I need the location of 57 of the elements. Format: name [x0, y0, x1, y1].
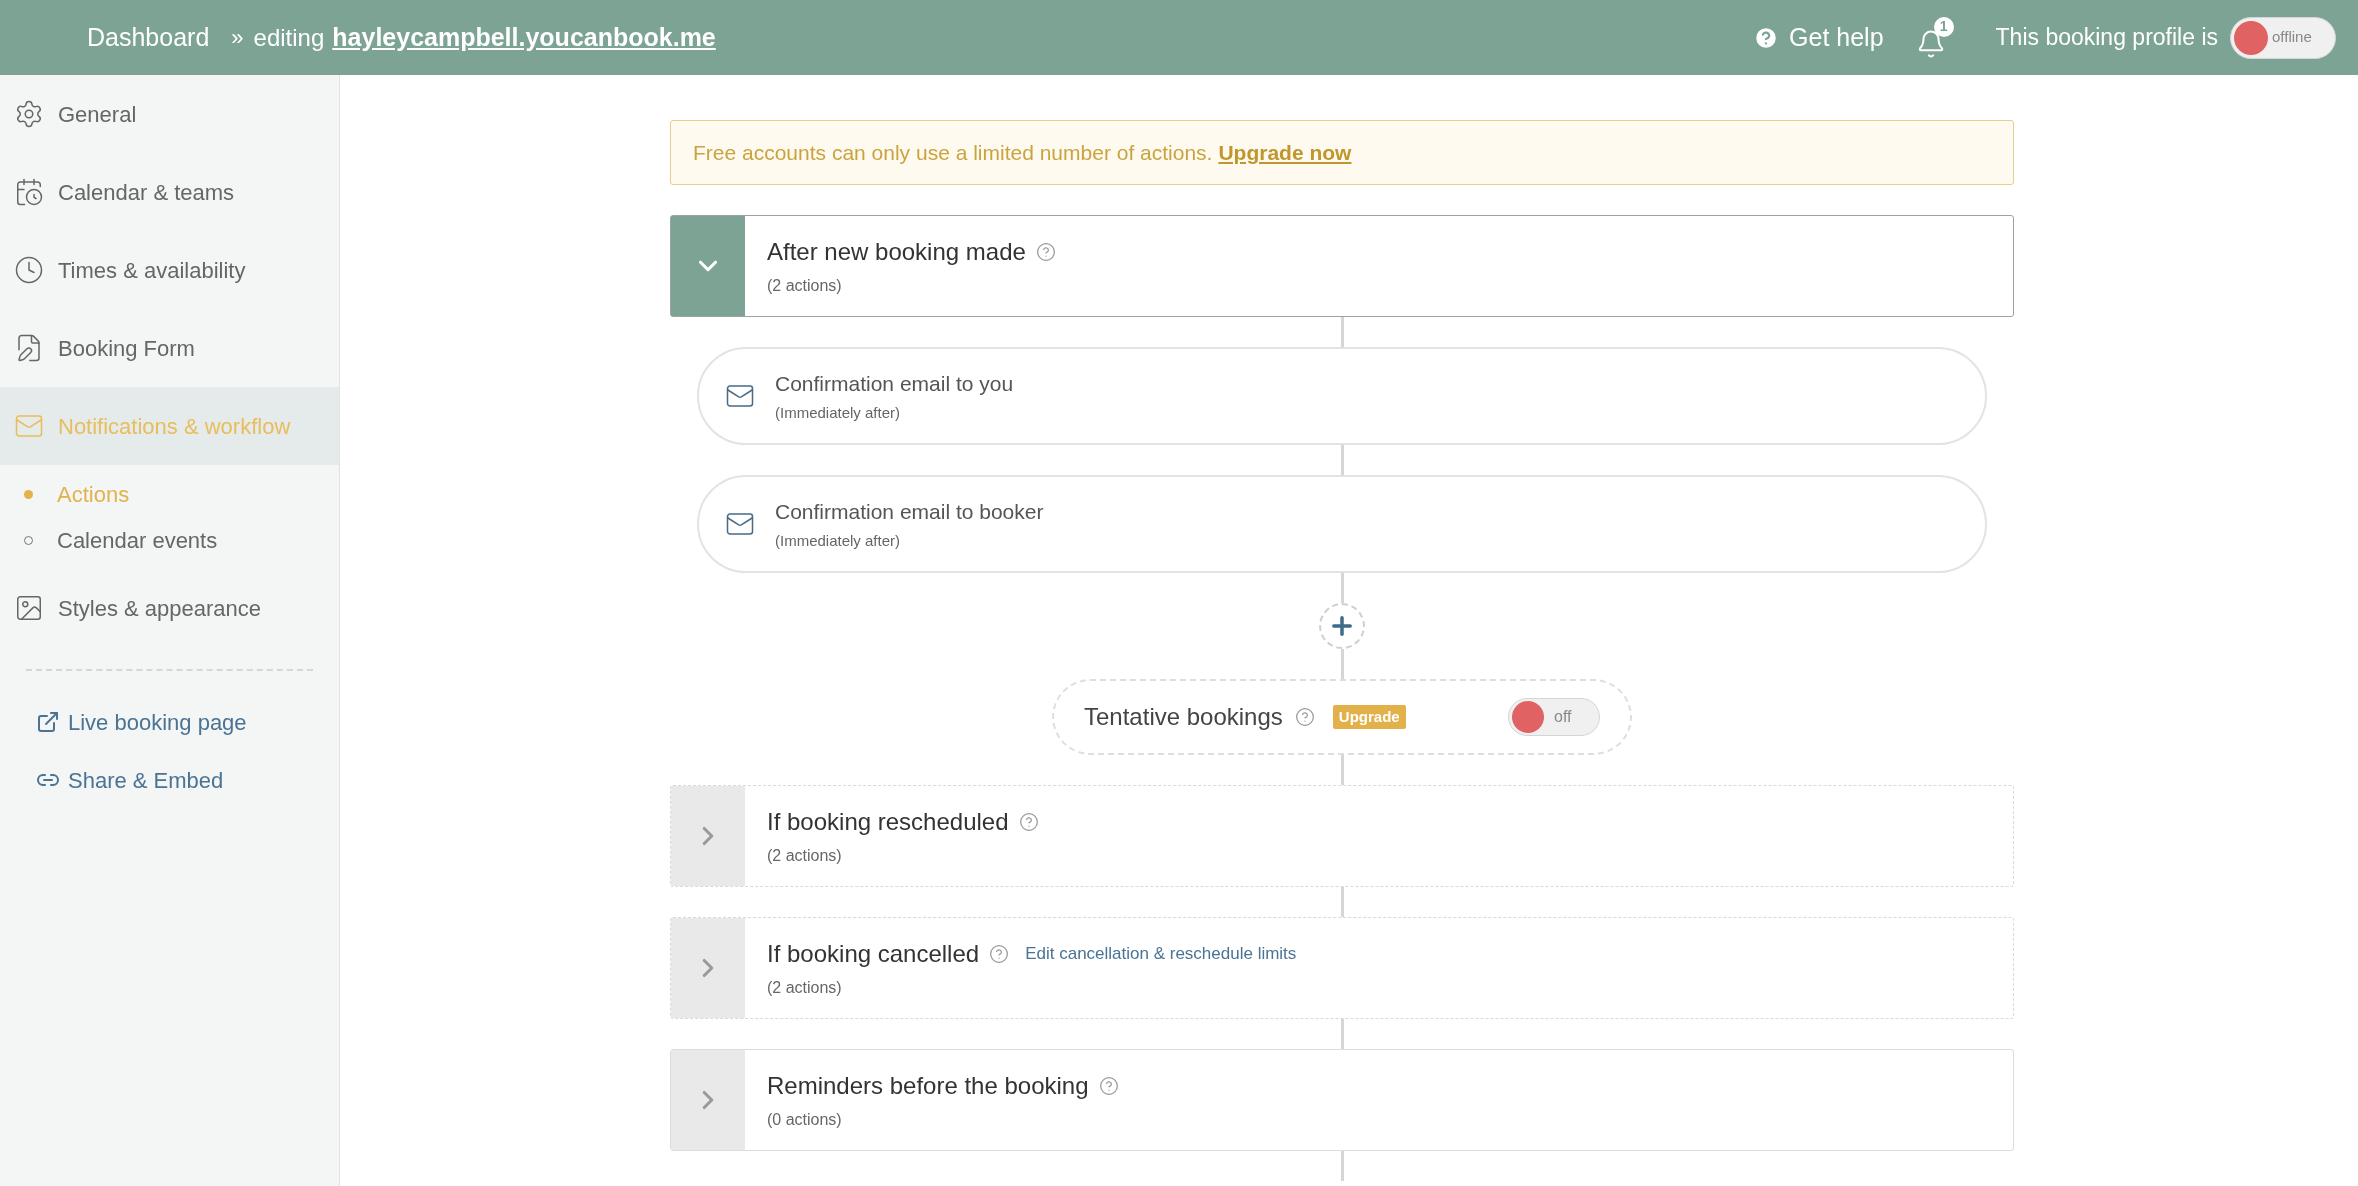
sidebar-item[interactable]: Booking Form: [0, 309, 339, 387]
dashboard-link[interactable]: Dashboard: [87, 18, 210, 57]
workflow-section[interactable]: If booking cancelled Edit cancellation & reschedule limits (2 actions): [670, 917, 2014, 1019]
notifications-button[interactable]: 1: [1915, 16, 1954, 59]
bullet-icon: [24, 489, 33, 499]
banner-text: Free accounts can only use a limited number of actions.: [693, 139, 1213, 166]
nav-icon: [14, 99, 44, 129]
action-timing: (Immediately after): [775, 530, 902, 551]
section-title: If booking rescheduled: [767, 807, 1009, 837]
action-count: (0 actions): [767, 1110, 843, 1130]
nav-icon: [14, 177, 44, 207]
external-link-icon: [36, 710, 60, 734]
workflow-section[interactable]: After new booking made (2 actions): [670, 215, 2014, 317]
action-title: Confirmation email to booker: [775, 499, 1044, 525]
notification-count: 1: [1933, 16, 1954, 37]
sidebar-item[interactable]: Styles & appearance: [0, 569, 339, 647]
help-link[interactable]: Get help: [1753, 18, 1884, 57]
nav-icon: [14, 593, 44, 623]
editing-label: editing: [253, 22, 325, 53]
action-timing: (Immediately after): [775, 402, 902, 423]
profile-link[interactable]: hayleycampbell.youcanbook.me: [332, 18, 716, 57]
action-card[interactable]: Confirmation email to booker (Immediately after): [697, 475, 1987, 573]
sidebar-link[interactable]: Live booking page: [0, 693, 339, 751]
action-count: (2 actions): [767, 978, 843, 998]
action-card[interactable]: Confirmation email to you (Immediately after): [697, 347, 1987, 445]
help-icon[interactable]: [1294, 707, 1315, 727]
setting-title: Tentative bookings: [1084, 702, 1283, 732]
action-title: Confirmation email to you: [775, 371, 1014, 397]
section-title: If booking cancelled: [767, 939, 980, 969]
sidebar-link[interactable]: Share & Embed: [0, 751, 339, 809]
help-icon[interactable]: [1018, 812, 1039, 832]
nav-icon: [14, 255, 44, 285]
section-title: After new booking made: [767, 237, 1026, 267]
toggle-label: off: [1554, 707, 1572, 727]
help-icon[interactable]: [989, 944, 1010, 964]
expand-toggle[interactable]: [671, 1050, 745, 1150]
expand-toggle[interactable]: [671, 918, 745, 1018]
breadcrumb-separator: »: [231, 24, 244, 52]
toggle-switch[interactable]: offline: [2230, 16, 2336, 59]
limits-link[interactable]: Edit cancellation & reschedule limits: [1025, 941, 1297, 967]
toggle-switch[interactable]: off: [1508, 698, 1600, 736]
sidebar-item[interactable]: Calendar & teams: [0, 153, 339, 231]
help-icon[interactable]: [1035, 242, 1056, 262]
sidebar-item[interactable]: General: [0, 75, 339, 153]
expand-toggle[interactable]: [671, 786, 745, 886]
help-icon[interactable]: [1098, 1076, 1119, 1096]
sidebar-subitem[interactable]: Calendar events: [0, 517, 339, 563]
status-label: This booking profile is: [1995, 23, 2218, 53]
expand-toggle[interactable]: [671, 216, 745, 316]
toggle-label: offline: [2272, 27, 2312, 48]
section-title: Reminders before the booking: [767, 1071, 1089, 1101]
workflow-section[interactable]: If booking rescheduled (2 actions): [670, 785, 2014, 887]
action-count: (2 actions): [767, 846, 843, 866]
sidebar-item[interactable]: Times & availability: [0, 231, 339, 309]
upgrade-link[interactable]: Upgrade now: [1218, 136, 1352, 169]
workflow-section[interactable]: Reminders before the booking (0 actions): [670, 1049, 2014, 1151]
action-count: (2 actions): [767, 276, 843, 296]
